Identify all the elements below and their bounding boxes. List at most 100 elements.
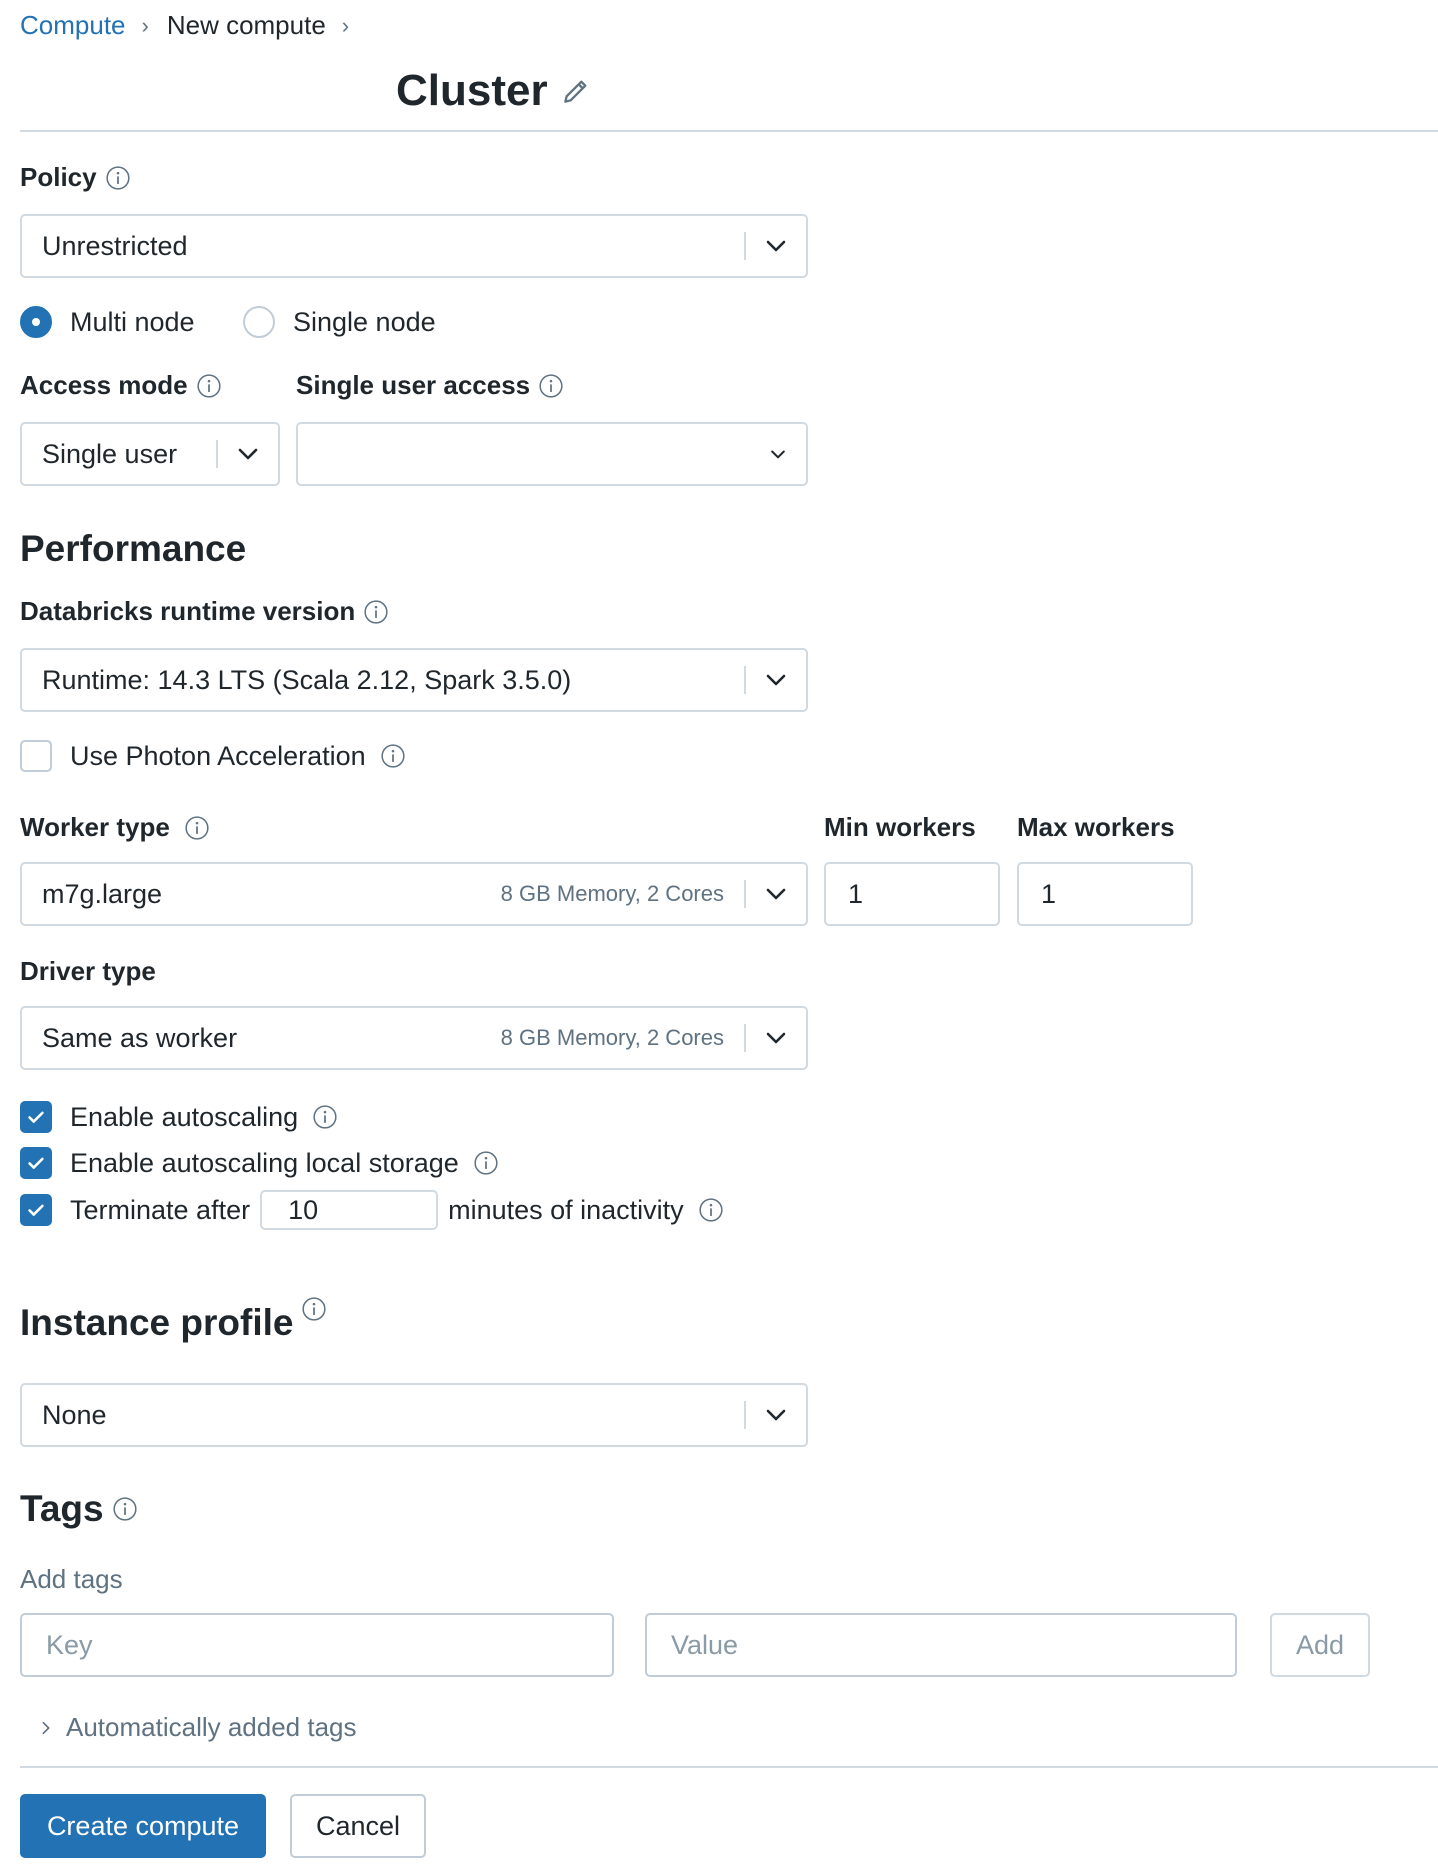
- header-divider: [20, 130, 1438, 132]
- autoscaling-storage-label: Enable autoscaling local storage: [70, 1147, 459, 1178]
- chevron-down-icon: [218, 442, 278, 466]
- autoscaling-label: Enable autoscaling: [70, 1101, 299, 1132]
- info-icon[interactable]: [105, 165, 131, 191]
- single-user-access-label: Single user access: [296, 370, 564, 401]
- breadcrumb-compute-link[interactable]: Compute: [20, 10, 126, 41]
- min-workers-label-text: Min workers: [824, 812, 976, 842]
- radio-single-node-label: Single node: [293, 306, 436, 337]
- performance-heading-text: Performance: [20, 528, 247, 569]
- max-workers-label-text: Max workers: [1017, 812, 1175, 842]
- worker-type-label-text: Worker type: [20, 812, 170, 842]
- cancel-button[interactable]: Cancel: [290, 1794, 426, 1858]
- driver-type-spec: 8 GB Memory, 2 Cores: [500, 1025, 724, 1050]
- autoscaling-storage-checkbox[interactable]: [20, 1147, 52, 1179]
- photon-acceleration-option[interactable]: Use Photon Acceleration: [20, 740, 406, 772]
- breadcrumb-new-compute: New compute: [166, 10, 326, 40]
- enable-autoscaling-option[interactable]: Enable autoscaling: [20, 1101, 338, 1133]
- driver-type-select[interactable]: Same as worker 8 GB Memory, 2 Cores: [20, 1006, 808, 1070]
- chevron-down-icon: [746, 234, 806, 258]
- radio-multi-node[interactable]: Multi node: [20, 306, 195, 338]
- enable-autoscaling-storage-option[interactable]: Enable autoscaling local storage: [20, 1147, 499, 1179]
- instance-profile-value: None: [42, 1399, 107, 1430]
- info-icon[interactable]: [473, 1150, 499, 1176]
- add-tag-button[interactable]: Add: [1270, 1613, 1370, 1677]
- access-mode-value: Single user: [42, 438, 178, 469]
- breadcrumb-separator-icon: ›: [141, 12, 149, 38]
- photon-checkbox[interactable]: [20, 740, 52, 772]
- runtime-version-value: Runtime: 14.3 LTS (Scala 2.12, Spark 3.5…: [42, 664, 572, 695]
- runtime-version-label-text: Databricks runtime version: [20, 596, 356, 626]
- chevron-down-icon: [746, 668, 806, 692]
- breadcrumb: Compute › New compute ›: [20, 10, 367, 41]
- policy-label: Policy: [20, 162, 131, 193]
- chevron-down-icon: [746, 1403, 806, 1427]
- policy-label-text: Policy: [20, 162, 97, 192]
- info-icon[interactable]: [196, 373, 222, 399]
- terminate-label-before: Terminate after: [70, 1194, 251, 1225]
- access-mode-label: Access mode: [20, 370, 222, 401]
- min-workers-value: 1: [848, 878, 864, 909]
- terminate-minutes-input[interactable]: 10: [260, 1190, 439, 1230]
- footer-divider: [20, 1766, 1438, 1768]
- worker-type-value: m7g.large: [42, 878, 163, 909]
- instance-profile-heading-text: Instance profile: [20, 1302, 294, 1343]
- tag-value-input[interactable]: Value: [645, 1613, 1237, 1677]
- min-workers-label: Min workers: [824, 812, 976, 843]
- performance-heading: Performance: [20, 528, 246, 570]
- worker-type-spec: 8 GB Memory, 2 Cores: [500, 881, 724, 906]
- info-icon[interactable]: [312, 1104, 338, 1130]
- radio-single-node[interactable]: Single node: [243, 306, 436, 338]
- add-tags-label: Add tags: [20, 1564, 123, 1594]
- chevron-right-icon: [38, 1720, 54, 1736]
- driver-type-label-text: Driver type: [20, 956, 156, 986]
- single-user-access-label-text: Single user access: [296, 370, 531, 400]
- driver-type-label: Driver type: [20, 956, 156, 987]
- info-icon[interactable]: [698, 1197, 724, 1223]
- driver-type-value: Same as worker: [42, 1022, 238, 1053]
- terminate-minutes-value: 10: [288, 1194, 319, 1225]
- page-title: Cluster: [396, 66, 592, 116]
- radio-button[interactable]: [243, 306, 275, 338]
- access-mode-select[interactable]: Single user: [20, 422, 280, 486]
- autoscaling-checkbox[interactable]: [20, 1101, 52, 1133]
- pencil-icon[interactable]: [560, 75, 592, 107]
- instance-profile-select[interactable]: None: [20, 1383, 808, 1447]
- radio-multi-node-label: Multi node: [70, 306, 195, 337]
- automatically-added-tags-toggle[interactable]: Automatically added tags: [38, 1712, 357, 1743]
- radio-button-selected[interactable]: [20, 306, 52, 338]
- info-icon[interactable]: [538, 373, 564, 399]
- policy-select-value: Unrestricted: [42, 230, 188, 261]
- info-icon[interactable]: [112, 1496, 138, 1522]
- photon-label: Use Photon Acceleration: [70, 740, 366, 771]
- tags-heading-text: Tags: [20, 1488, 104, 1529]
- worker-type-select[interactable]: m7g.large 8 GB Memory, 2 Cores: [20, 862, 808, 926]
- terminate-label-after: minutes of inactivity: [448, 1194, 684, 1225]
- terminate-after-option[interactable]: Terminate after 10 minutes of inactivity: [20, 1190, 724, 1230]
- automatically-added-tags-label: Automatically added tags: [66, 1712, 357, 1742]
- info-icon[interactable]: [184, 815, 210, 841]
- tags-heading: Tags: [20, 1488, 138, 1530]
- max-workers-input[interactable]: 1: [1017, 862, 1193, 926]
- info-icon[interactable]: [363, 599, 389, 625]
- worker-type-label: Worker type: [20, 812, 210, 843]
- max-workers-value: 1: [1041, 878, 1057, 909]
- terminate-checkbox[interactable]: [20, 1194, 52, 1226]
- min-workers-input[interactable]: 1: [824, 862, 1000, 926]
- info-icon[interactable]: [380, 743, 406, 769]
- tag-key-placeholder: Key: [46, 1629, 93, 1660]
- runtime-version-label: Databricks runtime version: [20, 596, 389, 627]
- single-user-access-select[interactable]: [296, 422, 808, 486]
- access-mode-label-text: Access mode: [20, 370, 188, 400]
- chevron-down-icon: [746, 882, 806, 906]
- create-compute-button[interactable]: Create compute: [20, 1794, 266, 1858]
- chevron-down-icon: [746, 1026, 806, 1050]
- instance-profile-heading: Instance profile: [20, 1297, 327, 1344]
- info-icon[interactable]: [301, 1296, 327, 1322]
- runtime-version-select[interactable]: Runtime: 14.3 LTS (Scala 2.12, Spark 3.5…: [20, 648, 808, 712]
- max-workers-label: Max workers: [1017, 812, 1175, 843]
- page-title-text: Cluster: [396, 66, 548, 115]
- chevron-down-icon: [750, 444, 806, 464]
- tag-value-placeholder: Value: [671, 1629, 739, 1660]
- tag-key-input[interactable]: Key: [20, 1613, 614, 1677]
- policy-select[interactable]: Unrestricted: [20, 214, 808, 278]
